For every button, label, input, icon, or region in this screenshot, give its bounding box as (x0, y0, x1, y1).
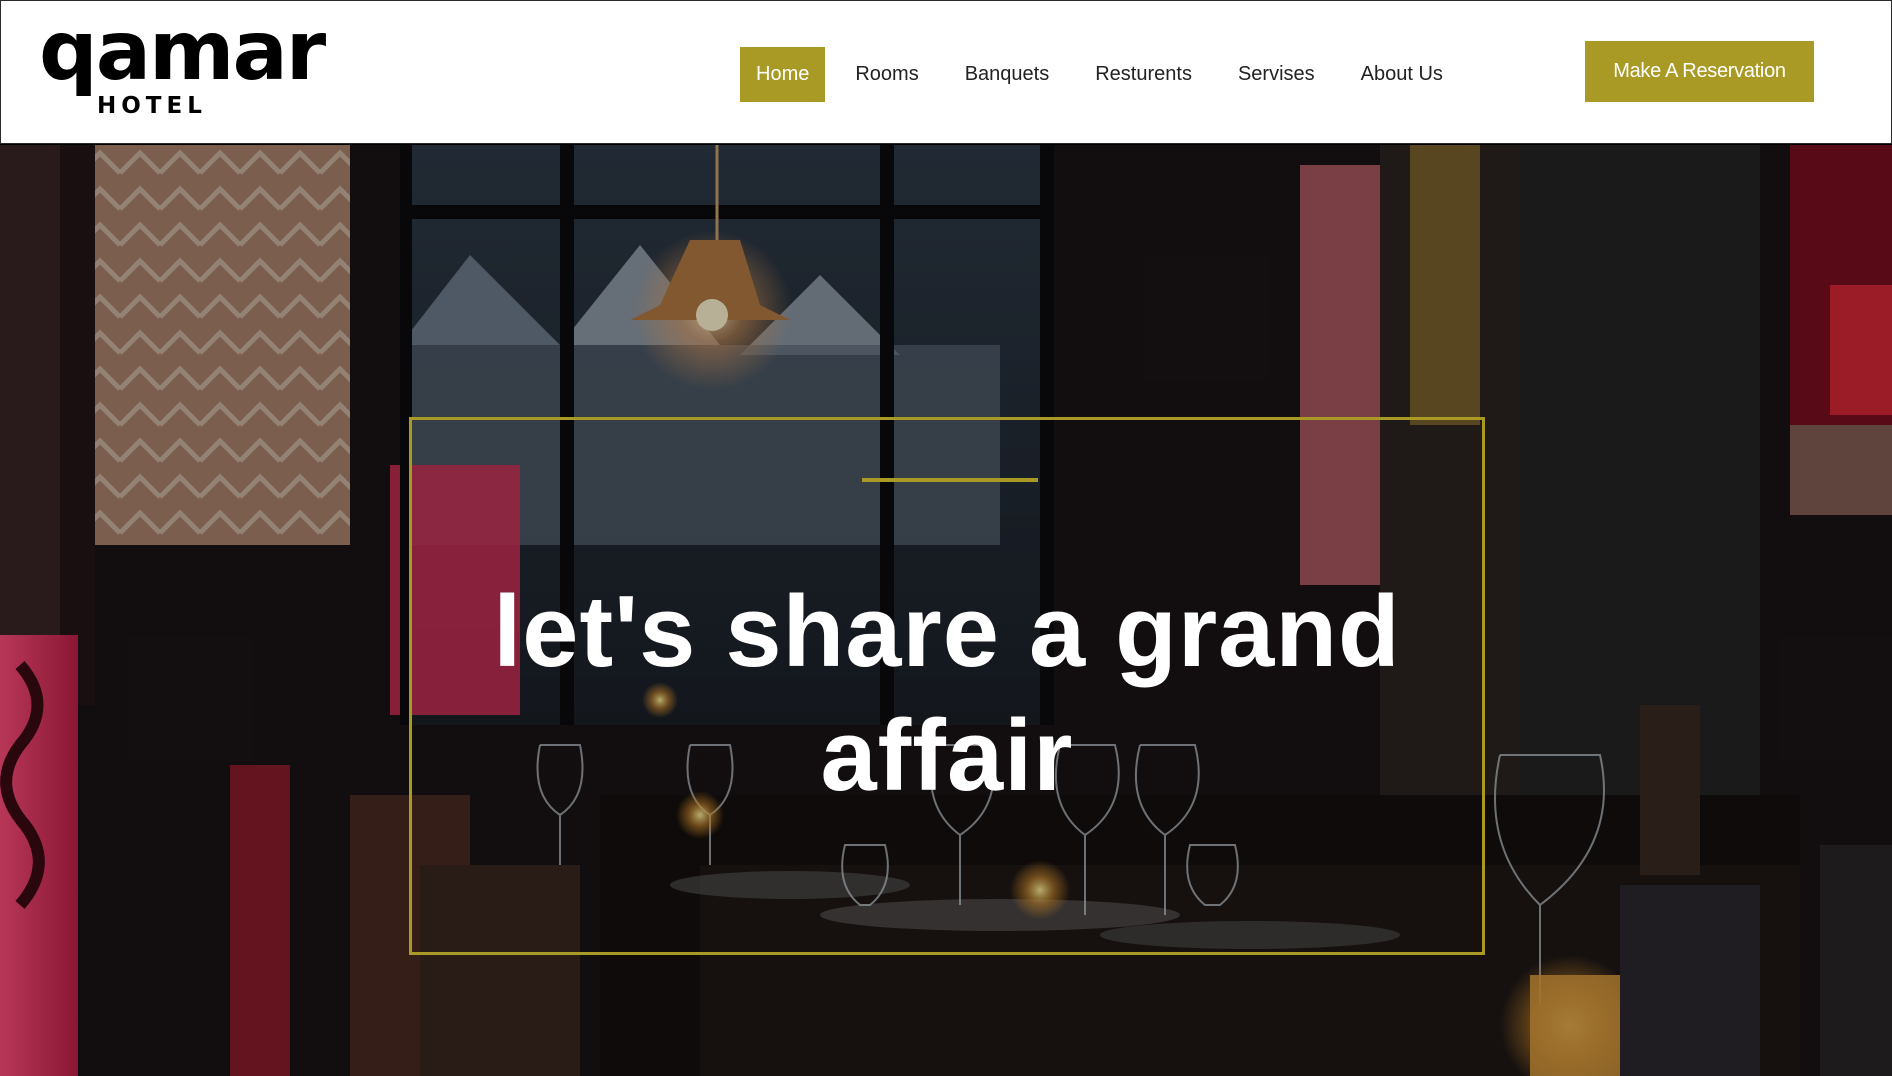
nav-item-about-us[interactable]: About Us (1345, 47, 1459, 102)
nav-item-rooms[interactable]: Rooms (839, 47, 934, 102)
logo-subtitle: HOTEL (97, 93, 207, 119)
nav-item-services[interactable]: Servises (1222, 47, 1331, 102)
hero-text-frame: let's share a grand affair (409, 417, 1485, 955)
nav-item-home[interactable]: Home (740, 47, 826, 102)
make-reservation-button[interactable]: Make A Reservation (1585, 41, 1814, 102)
logo-wordmark: qamar (39, 4, 326, 99)
hero-section: let's share a grand affair (0, 145, 1892, 1076)
hotel-logo[interactable]: qamar HOTEL (39, 11, 339, 123)
main-nav: Home Rooms Banquets Resturents Servises … (740, 47, 1459, 102)
site-header: qamar HOTEL Home Rooms Banquets Resturen… (0, 0, 1892, 144)
nav-item-banquets[interactable]: Banquets (949, 47, 1066, 102)
hero-headline: let's share a grand affair (493, 576, 1401, 812)
accent-divider (862, 478, 1038, 482)
nav-item-restaurants[interactable]: Resturents (1079, 47, 1208, 102)
